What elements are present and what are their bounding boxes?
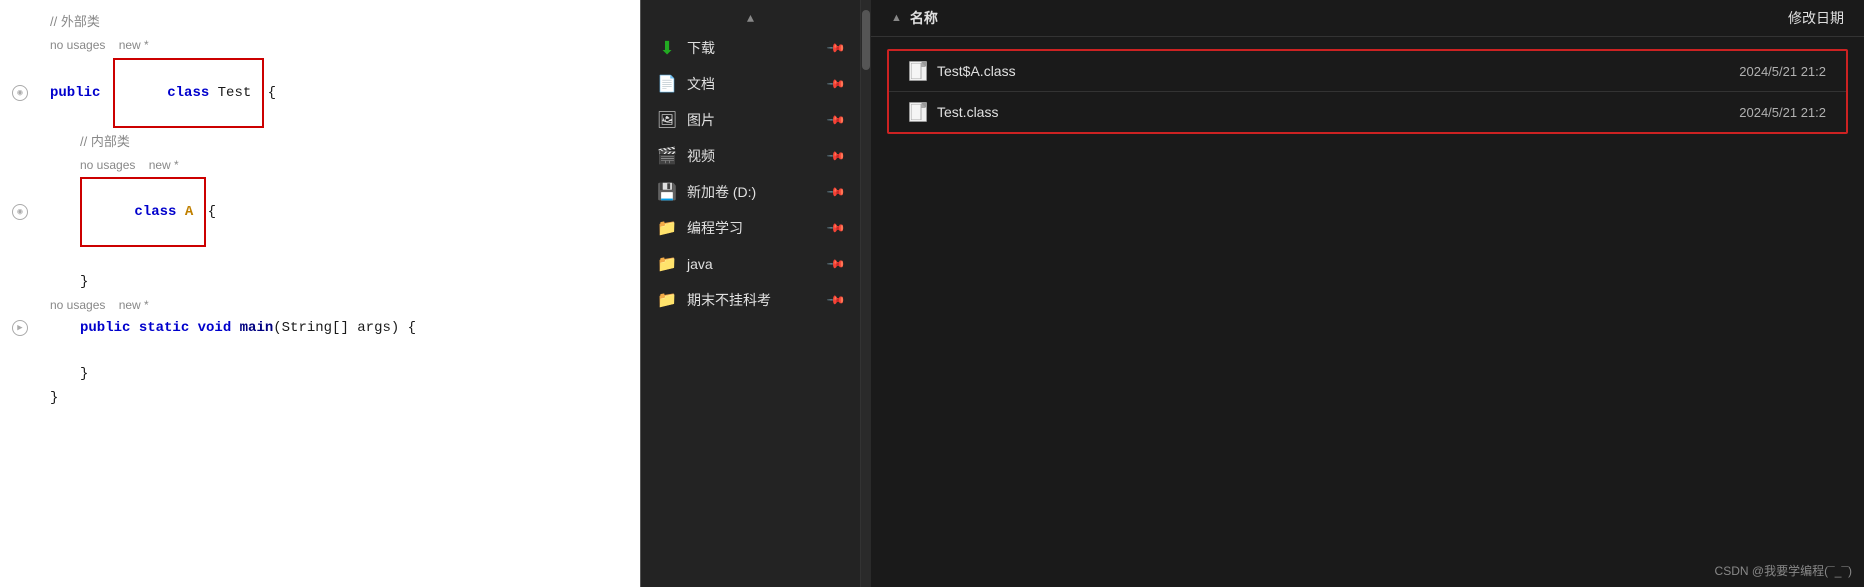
keyword-public: public	[50, 82, 109, 104]
sidebar: ▲ ⬇ 下载 📌 📄 文档 📌 🖼 图片 📌	[641, 0, 861, 587]
download-icon: ⬇	[657, 38, 677, 58]
pin-icon-videos: 📌	[826, 146, 846, 166]
sidebar-item-drive-d[interactable]: 💾 新加卷 (D:) 📌	[641, 174, 860, 210]
pin-icon-pictures: 📌	[826, 110, 846, 130]
file-item-test-a-class[interactable]: Test$A.class 2024/5/21 21:2	[889, 51, 1846, 92]
file-header: ▲ 名称 修改日期	[871, 0, 1864, 37]
sort-up-icon[interactable]: ▲	[891, 12, 902, 24]
exam-icon: 📁	[657, 290, 677, 310]
code-line-class-a: ◉ class A {	[0, 176, 640, 248]
sidebar-label-download: 下载	[687, 38, 715, 58]
sidebar-item-videos[interactable]: 🎬 视频 📌	[641, 138, 860, 174]
file-list: Test$A.class 2024/5/21 21:2 Test.class 2…	[871, 37, 1864, 587]
scrollbar-thumb[interactable]	[862, 10, 870, 70]
sidebar-item-download[interactable]: ⬇ 下载 📌	[641, 30, 860, 66]
sidebar-item-pictures[interactable]: 🖼 图片 📌	[641, 102, 860, 138]
hint-line-2: no usages new *	[0, 154, 640, 176]
hint-line-3: no usages new *	[0, 294, 640, 316]
sidebar-label-videos: 视频	[687, 146, 715, 166]
sidebar-label-java: java	[687, 256, 713, 272]
class-a-highlight: class A	[80, 177, 206, 247]
sidebar-label-documents: 文档	[687, 74, 715, 94]
gutter-icon-2[interactable]: ◉	[12, 204, 28, 220]
drive-d-icon: 💾	[657, 182, 677, 202]
brace-open-inner: {	[208, 201, 216, 223]
gutter-icon-3[interactable]: ▶	[12, 320, 28, 336]
code-line-public-class: ◉ public class Test {	[0, 56, 640, 130]
filename-test-class: Test.class	[937, 104, 998, 120]
file-header-date: 修改日期	[1788, 8, 1844, 28]
code-line-main: ▶ public static void main (String[] args…	[0, 316, 640, 340]
pin-icon-java: 📌	[826, 254, 846, 274]
sidebar-item-java[interactable]: 📁 java 📌	[641, 246, 860, 282]
code-line-comment-inner: // 内部类	[0, 130, 640, 154]
code-editor: // 外部类 no usages new * ◉ public class Te…	[0, 0, 640, 587]
programming-icon: 📁	[657, 218, 677, 238]
class-test-highlight: class Test	[113, 58, 264, 128]
sidebar-item-programming[interactable]: 📁 编程学习 📌	[641, 210, 860, 246]
sidebar-scrollbar[interactable]	[861, 0, 871, 587]
sidebar-item-documents[interactable]: 📄 文档 📌	[641, 66, 860, 102]
documents-icon: 📄	[657, 74, 677, 94]
java-icon: 📁	[657, 254, 677, 274]
code-line-empty-1	[0, 248, 640, 270]
file-icon-test	[909, 102, 927, 122]
videos-icon: 🎬	[657, 146, 677, 166]
filename-test-a-class: Test$A.class	[937, 63, 1016, 79]
pin-icon-programming: 📌	[826, 218, 846, 238]
code-line-close-inner: }	[0, 270, 640, 294]
code-line-comment-outer: // 外部类	[0, 10, 640, 34]
pin-icon-documents: 📌	[826, 74, 846, 94]
sidebar-label-pictures: 图片	[687, 110, 715, 130]
pin-icon-exam: 📌	[826, 290, 846, 310]
class-name-test: Test	[209, 85, 259, 101]
sidebar-label-programming: 编程学习	[687, 218, 743, 238]
file-date-test-a-class: 2024/5/21 21:2	[1739, 64, 1826, 79]
class-name-a: A	[176, 204, 201, 220]
code-line-close-main: }	[0, 362, 640, 386]
file-item-test-class[interactable]: Test.class 2024/5/21 21:2	[889, 92, 1846, 132]
sidebar-label-drive-d: 新加卷 (D:)	[687, 182, 756, 202]
code-line-close-outer: }	[0, 386, 640, 410]
sidebar-scroll-up[interactable]: ▲	[641, 8, 860, 30]
pin-icon-download: 📌	[826, 38, 846, 58]
file-date-test-class: 2024/5/21 21:2	[1739, 105, 1826, 120]
hint-line-1: no usages new *	[0, 34, 640, 56]
file-explorer: ▲ ⬇ 下载 📌 📄 文档 📌 🖼 图片 📌	[641, 0, 1864, 587]
gutter-icon-1[interactable]: ◉	[12, 85, 28, 101]
pin-icon-drive-d: 📌	[826, 182, 846, 202]
file-header-name: 名称	[910, 8, 938, 28]
csdn-watermark: CSDN @我要学编程(¯_¯)	[1715, 562, 1852, 579]
pictures-icon: 🖼	[657, 110, 677, 130]
code-line-empty-2	[0, 340, 640, 362]
highlighted-files-box: Test$A.class 2024/5/21 21:2 Test.class 2…	[887, 49, 1848, 134]
keyword-class-1: class	[167, 85, 209, 101]
keyword-class-2: class	[134, 204, 176, 220]
file-main-area: ▲ 名称 修改日期 Test$A.class 2	[871, 0, 1864, 587]
sidebar-label-exam: 期末不挂科考	[687, 290, 771, 310]
brace-open-outer: {	[268, 82, 276, 104]
sidebar-item-exam[interactable]: 📁 期末不挂科考 📌	[641, 282, 860, 318]
file-icon-test-a	[909, 61, 927, 81]
